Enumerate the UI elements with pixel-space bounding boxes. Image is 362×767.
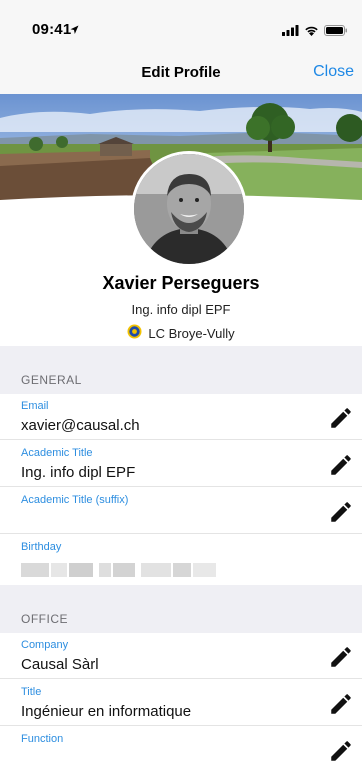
avatar[interactable] bbox=[131, 151, 247, 267]
status-time: 09:41 bbox=[32, 21, 72, 38]
pencil-icon[interactable] bbox=[328, 499, 354, 525]
profile-title: Ing. info dipl EPF bbox=[131, 302, 231, 317]
field-academic-title[interactable]: Academic Title Ing. info dipl EPF bbox=[0, 441, 362, 487]
close-button[interactable]: Close bbox=[313, 63, 354, 81]
signal-icon bbox=[282, 23, 299, 41]
pencil-icon[interactable] bbox=[328, 691, 354, 717]
navigation-bar: Edit Profile Close bbox=[0, 54, 362, 94]
pencil-icon[interactable] bbox=[328, 405, 354, 431]
field-academic-title-suffix[interactable]: Academic Title (suffix) bbox=[0, 488, 362, 534]
battery-icon bbox=[324, 23, 348, 41]
profile-name: Xavier Perseguers bbox=[102, 273, 260, 293]
field-label: Academic Title (suffix) bbox=[21, 494, 129, 506]
pencil-icon[interactable] bbox=[328, 452, 354, 478]
field-label: Function bbox=[21, 733, 64, 745]
avatar-photo bbox=[134, 154, 244, 264]
wifi-icon bbox=[304, 23, 319, 41]
lions-club-icon bbox=[127, 324, 142, 342]
section-header-general: GENERAL bbox=[0, 346, 362, 394]
field-label: Birthday bbox=[21, 541, 62, 553]
field-function[interactable]: Function bbox=[0, 727, 362, 767]
birthday-value-redacted bbox=[21, 563, 216, 577]
field-company[interactable]: Company Causal Sàrl bbox=[0, 633, 362, 679]
field-value: Ingénieur en informatique bbox=[21, 703, 192, 720]
field-title[interactable]: Title Ingénieur en informatique bbox=[0, 680, 362, 726]
field-birthday[interactable]: Birthday bbox=[0, 535, 362, 585]
field-value: Causal Sàrl bbox=[21, 656, 99, 673]
field-value: xavier@causal.ch bbox=[21, 417, 140, 434]
status-bar: 09:41 bbox=[0, 0, 362, 54]
location-arrow-icon bbox=[70, 22, 79, 40]
field-label: Title bbox=[21, 686, 42, 698]
page-title: Edit Profile bbox=[141, 64, 221, 81]
status-icons bbox=[282, 23, 348, 41]
section-header-office: OFFICE bbox=[0, 585, 362, 633]
field-label: Company bbox=[21, 639, 69, 651]
field-email[interactable]: Email xavier@causal.ch bbox=[0, 394, 362, 440]
profile-club-name: LC Broye-Vully bbox=[148, 325, 235, 341]
section-label-general: GENERAL bbox=[21, 373, 82, 387]
field-label: Email bbox=[21, 400, 49, 412]
field-value: Ing. info dipl EPF bbox=[21, 464, 136, 481]
field-label: Academic Title bbox=[21, 447, 93, 459]
section-label-office: OFFICE bbox=[21, 612, 68, 626]
pencil-icon[interactable] bbox=[328, 644, 354, 670]
profile-club: LC Broye-Vully bbox=[0, 324, 362, 342]
pencil-icon[interactable] bbox=[328, 738, 354, 764]
